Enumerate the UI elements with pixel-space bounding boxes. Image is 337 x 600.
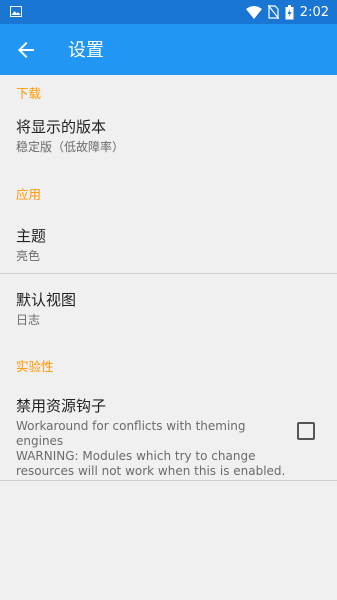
app-bar: 设置 — [0, 24, 337, 75]
settings-list: 下载 将显示的版本 稳定版（低故障率） 应用 主题 亮色 默认视图 日志 实验性… — [0, 75, 337, 481]
pref-theme[interactable]: 主题 亮色 — [0, 214, 337, 273]
disable-hooks-checkbox[interactable] — [297, 422, 315, 440]
arrow-back-icon[interactable] — [14, 38, 38, 62]
pref-version-to-show[interactable]: 将显示的版本 稳定版（低故障率） — [0, 113, 337, 170]
pref-summary-line: engines — [16, 434, 64, 448]
no-sim-icon — [267, 5, 279, 19]
pref-summary: 日志 — [16, 313, 41, 327]
pref-summary-line: Workaround for conflicts with theming — [16, 419, 246, 433]
clock: 2:02 — [299, 4, 329, 20]
category-header-experimental: 实验性 — [16, 359, 54, 374]
category-header-app: 应用 — [16, 187, 42, 202]
page-title: 设置 — [68, 40, 104, 61]
pref-disable-resource-hooks[interactable]: 禁用资源钩子 Workaround for conflicts with the… — [0, 386, 337, 480]
pref-summary: 亮色 — [16, 249, 41, 263]
pref-title: 禁用资源钩子 — [16, 397, 107, 415]
image-icon — [10, 6, 22, 17]
divider — [0, 480, 337, 481]
pref-title: 将显示的版本 — [16, 118, 107, 136]
status-bar: 2:02 — [0, 0, 337, 24]
wifi-icon — [245, 5, 262, 19]
category-header-download: 下载 — [16, 86, 42, 101]
pref-title: 默认视图 — [16, 291, 77, 309]
pref-default-view[interactable]: 默认视图 日志 — [0, 274, 337, 348]
pref-summary: 稳定版（低故障率） — [16, 140, 125, 154]
pref-summary-line: WARNING: Modules which try to change — [16, 449, 256, 463]
battery-icon — [285, 4, 294, 19]
pref-summary-line: resources will not work when this is ena… — [16, 464, 286, 478]
pref-title: 主题 — [16, 227, 47, 245]
